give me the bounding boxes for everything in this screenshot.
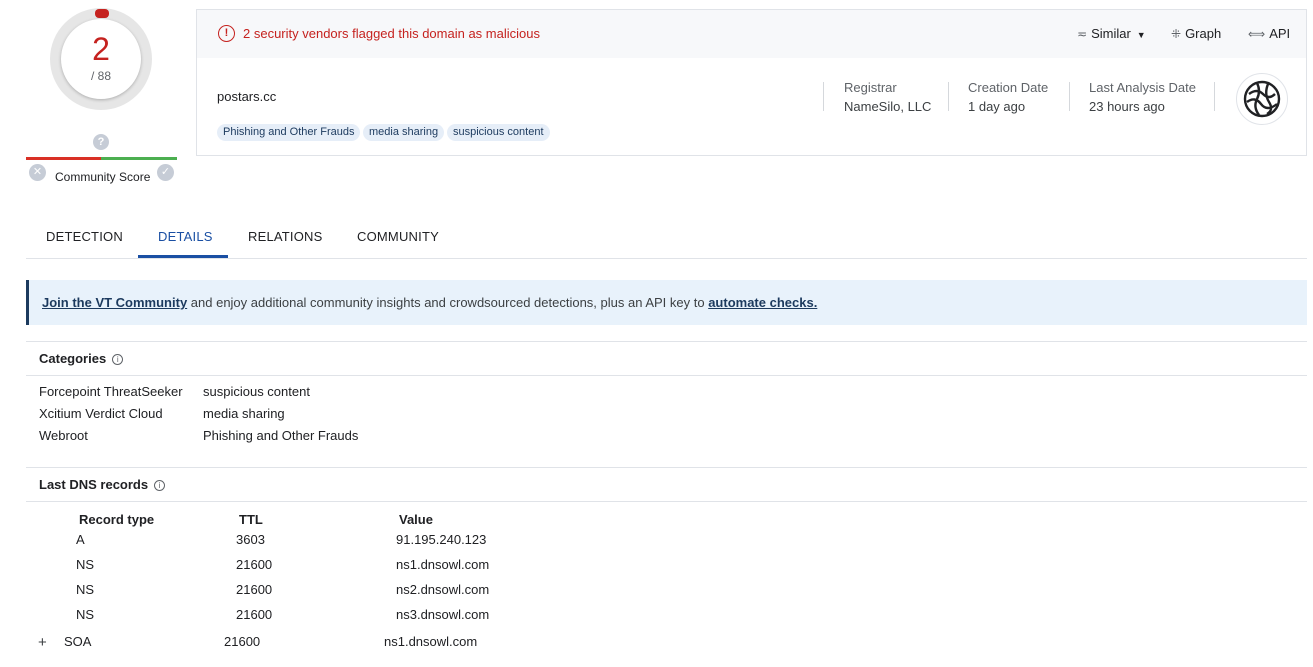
dns-record-type: SOA [64,634,92,649]
last-analysis-label: Last Analysis Date [1089,80,1196,95]
dns-header-value: Value [399,512,433,527]
tab-details[interactable]: DETAILS [158,229,213,244]
malicious-alert-text: 2 security vendors flagged this domain a… [243,26,540,41]
dns-records-title-text: Last DNS records [39,477,149,492]
tag-media-sharing[interactable]: media sharing [363,124,445,141]
dns-record-value: ns2.dnsowl.com [396,582,490,597]
meta-divider [948,82,949,111]
category-vendor: Xcitium Verdict Cloud [39,406,163,421]
dns-record-value: ns1.dnsowl.com [396,557,490,572]
section-divider [26,341,1307,342]
category-value: suspicious content [203,384,310,399]
dns-header-ttl: TTL [239,512,263,527]
similar-label: Similar [1091,26,1131,41]
dns-header-type: Record type [79,512,155,527]
category-value: media sharing [203,406,285,421]
api-button[interactable]: ⟺ API [1248,26,1290,41]
expand-record-icon[interactable]: + [38,634,47,651]
info-icon[interactable]: i [154,480,166,491]
dns-record-type: A [76,532,85,547]
engine-total: / 88 [90,69,111,83]
tag-phishing[interactable]: Phishing and Other Frauds [217,124,361,141]
dns-record-ttl: 21600 [224,634,261,649]
join-community-link[interactable]: Join the VT Community [42,295,187,310]
dns-record-ttl: 21600 [236,557,273,572]
section-divider [26,501,1307,502]
community-banner: Join the VT Community and enjoy addition… [26,280,1307,325]
category-vendor: Webroot [39,428,88,443]
creation-date-label: Creation Date [968,80,1049,95]
vote-harmless-icon[interactable]: ✓ [157,164,174,181]
registrar-value: NameSilo, LLC [844,99,932,114]
gauge-indicator [95,9,109,18]
meta-divider [823,82,824,111]
category-value: Phishing and Other Frauds [203,428,359,443]
community-score-label: Community Score [55,170,151,184]
dns-record-ttl: 21600 [236,582,273,597]
banner-text: Join the VT Community and enjoy addition… [42,295,817,310]
dns-record-type: NS [76,607,95,622]
automate-checks-link[interactable]: automate checks. [708,295,817,310]
last-analysis-value: 23 hours ago [1089,99,1165,114]
tab-relations[interactable]: RELATIONS [248,229,323,244]
domain-avatar-icon [1236,73,1288,125]
vote-harmful-icon[interactable]: ✕ [29,164,46,181]
chevron-down-icon: ▼ [1136,30,1146,40]
score-circle: 2 / 88 [61,19,141,99]
detection-count: 2 [92,31,110,67]
meta-divider [1069,82,1070,111]
similar-button[interactable]: ≂ Similar ▼ [1077,26,1146,41]
section-divider [26,467,1307,468]
graph-label: Graph [1185,26,1222,41]
dns-record-type: NS [76,557,95,572]
api-label: API [1269,26,1291,41]
similar-icon: ≂ [1077,27,1088,41]
community-bar-positive [101,157,177,160]
tabs-divider [26,258,1307,259]
dns-record-value: ns3.dnsowl.com [396,607,490,622]
categories-title-text: Categories [39,351,107,366]
creation-date-value: 1 day ago [968,99,1026,114]
dns-record-ttl: 21600 [236,607,273,622]
domain-summary-card: ! 2 security vendors flagged this domain… [196,9,1307,156]
tab-detection[interactable]: DETECTION [46,229,123,244]
community-question-icon: ? [93,134,109,150]
category-vendor: Forcepoint ThreatSeeker [39,384,183,399]
domain-name: postars.cc [217,89,277,104]
community-bar-negative [26,157,101,160]
meta-divider [1214,82,1215,111]
detection-score-gauge: 2 / 88 [50,8,152,110]
info-icon[interactable]: i [112,354,124,365]
dns-records-title: Last DNS records i [39,477,166,492]
dns-record-value: ns1.dnsowl.com [384,634,478,649]
registrar-label: Registrar [844,80,897,95]
dns-record-ttl: 3603 [236,532,265,547]
tab-community[interactable]: COMMUNITY [357,229,439,244]
dns-record-value: 91.195.240.123 [396,532,487,547]
graph-button[interactable]: ⁜ Graph [1171,26,1221,41]
section-divider [26,375,1307,376]
banner-body: and enjoy additional community insights … [187,295,709,310]
categories-title: Categories i [39,351,124,366]
api-icon: ⟺ [1248,27,1266,41]
alert-strip: ! 2 security vendors flagged this domain… [197,10,1306,58]
tag-suspicious-content[interactable]: suspicious content [447,124,550,141]
dns-record-type: NS [76,582,95,597]
graph-icon: ⁜ [1171,27,1182,41]
alert-icon: ! [218,25,235,42]
